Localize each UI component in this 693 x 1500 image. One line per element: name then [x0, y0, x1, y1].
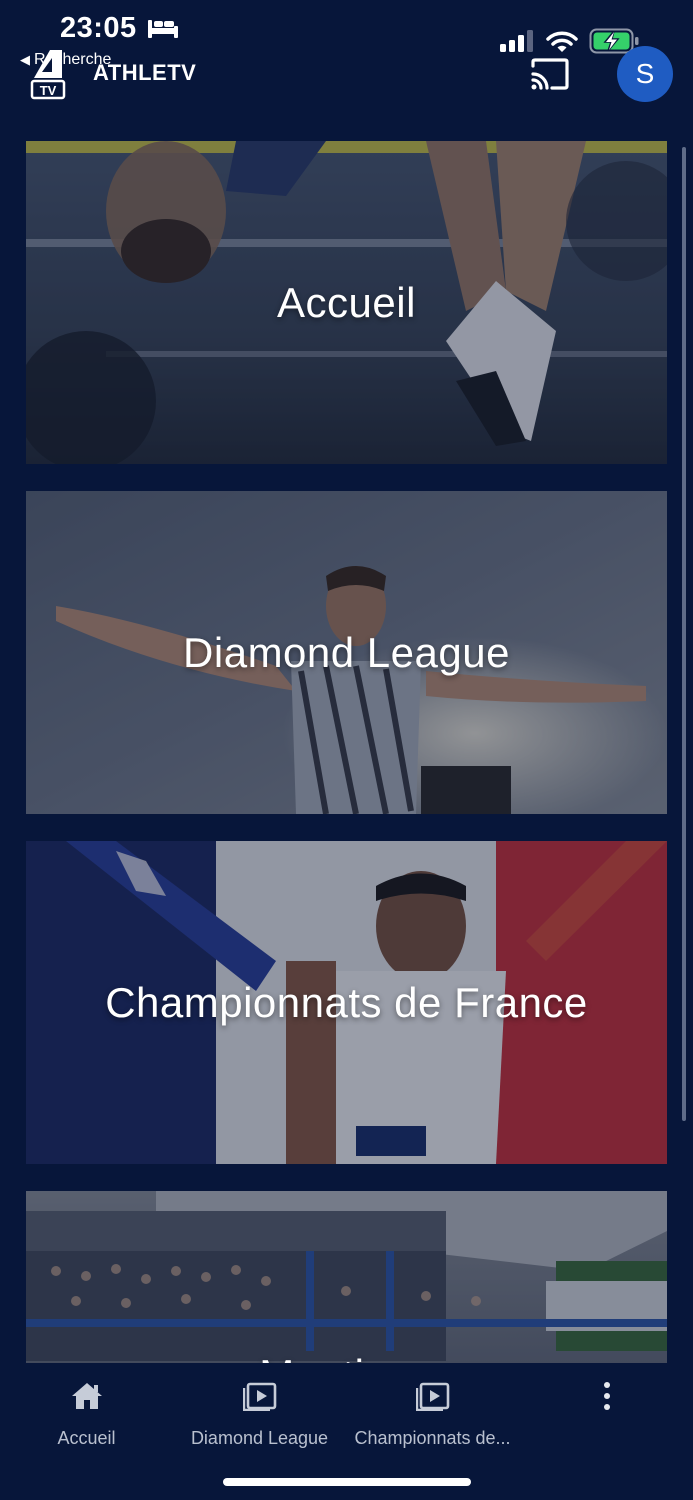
tab-championnats-label: Championnats de...: [354, 1428, 511, 1448]
home-indicator[interactable]: [223, 1478, 471, 1486]
tab-accueil[interactable]: Accueil: [0, 1363, 173, 1463]
card-diamond-league[interactable]: Diamond League: [26, 491, 667, 814]
cast-icon[interactable]: [530, 57, 570, 91]
card-accueil-label: Accueil: [277, 278, 416, 326]
more-vertical-icon: [603, 1382, 610, 1410]
tab-championnats[interactable]: Championnats de...: [346, 1363, 519, 1463]
tab-accueil-label: Accueil: [57, 1428, 116, 1448]
card-meetings-label: Meetings: [26, 1351, 667, 1363]
logo-text: TV: [40, 83, 57, 98]
app-screen: 23:05 ◀ Recherche TV ATHLETV S Accueil D…: [0, 0, 693, 1500]
status-time: 23:05: [60, 12, 137, 44]
back-arrow-icon: ◀: [20, 52, 30, 67]
card-accueil[interactable]: Accueil: [26, 141, 667, 464]
card-meetings[interactable]: Meetings: [26, 1191, 667, 1363]
tab-diamond-league[interactable]: Diamond League: [173, 1363, 346, 1463]
scrollbar[interactable]: [682, 147, 686, 1121]
card-championnats-label: Championnats de France: [105, 978, 588, 1026]
card-championnats-de-france[interactable]: Championnats de France: [26, 841, 667, 1164]
bed-icon: [148, 20, 178, 38]
card-meetings-overlay: [26, 1191, 667, 1363]
home-icon: [71, 1383, 102, 1409]
wifi-icon: [546, 31, 578, 52]
user-avatar[interactable]: S: [617, 46, 673, 102]
category-list: Accueil Diamond League Championnats de F…: [0, 120, 693, 1363]
signal-icon: [500, 30, 533, 52]
athletv-logo-icon[interactable]: TV: [30, 48, 66, 100]
tab-more[interactable]: [520, 1363, 693, 1463]
play-box-icon: [415, 1382, 449, 1411]
card-diamond-league-label: Diamond League: [183, 628, 510, 676]
play-box-icon: [242, 1382, 276, 1411]
tab-diamond-league-label: Diamond League: [190, 1428, 329, 1448]
app-title: ATHLETV: [93, 60, 197, 85]
